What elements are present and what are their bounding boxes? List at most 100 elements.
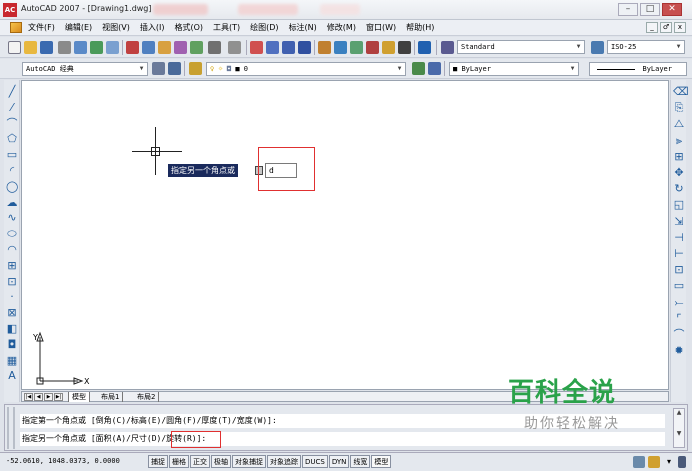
dim-style-select[interactable]: ISO-25 ▼ bbox=[607, 40, 685, 54]
chevron-down-icon[interactable]: ▼ bbox=[674, 42, 683, 52]
array-icon[interactable]: ⊞ bbox=[673, 150, 685, 163]
layer-manager-icon[interactable] bbox=[189, 62, 202, 75]
menu-item-8[interactable]: 修改(M) bbox=[327, 22, 356, 33]
help-icon[interactable] bbox=[418, 41, 431, 54]
menu-item-0[interactable]: 文件(F) bbox=[28, 22, 55, 33]
menu-item-9[interactable]: 窗口(W) bbox=[366, 22, 396, 33]
color-select[interactable]: ■ ByLayer ▼ bbox=[449, 62, 579, 76]
stretch-icon[interactable]: ⇲ bbox=[673, 215, 685, 228]
circle-icon[interactable]: ◯ bbox=[6, 180, 18, 193]
match-properties-icon[interactable] bbox=[174, 41, 187, 54]
extend-icon[interactable]: ⊢ bbox=[673, 248, 685, 260]
status-toggle-0[interactable]: 捕捉 bbox=[148, 455, 168, 468]
menu-item-3[interactable]: 插入(I) bbox=[140, 22, 165, 33]
next-tab-button[interactable]: ▶ bbox=[44, 393, 53, 401]
open-icon[interactable] bbox=[24, 41, 37, 54]
layer-lock-icon[interactable]: ◘ bbox=[227, 65, 231, 73]
status-toggle-1[interactable]: 栅格 bbox=[169, 455, 189, 468]
mdi-close-button[interactable]: x bbox=[674, 22, 686, 33]
table-icon[interactable]: ▦ bbox=[6, 354, 18, 367]
gradient-icon[interactable]: ◧ bbox=[6, 323, 18, 335]
text-style-icon[interactable] bbox=[441, 41, 454, 54]
trim-icon[interactable]: ⊣ bbox=[673, 231, 685, 244]
menu-item-7[interactable]: 标注(N) bbox=[289, 22, 317, 33]
mdi-restore-button[interactable]: ♂ bbox=[660, 22, 672, 33]
status-toggle-5[interactable]: 对象追踪 bbox=[267, 455, 301, 468]
polyline-icon[interactable]: ⌒ bbox=[6, 117, 18, 130]
break-at-point-icon[interactable]: ⊡ bbox=[673, 264, 685, 276]
region-icon[interactable]: ◘ bbox=[6, 338, 18, 351]
spline-icon[interactable]: ∿ bbox=[6, 212, 18, 224]
status-toggle-7[interactable]: DYN bbox=[328, 455, 350, 468]
plot-icon[interactable] bbox=[58, 41, 71, 54]
block-editor-icon[interactable] bbox=[190, 41, 203, 54]
design-center-icon[interactable] bbox=[334, 41, 347, 54]
layer-select[interactable]: ♀ ☼ ◘ ■ 0 ▼ bbox=[206, 62, 406, 76]
dimension-style-icon[interactable] bbox=[591, 41, 604, 54]
coordinate-readout[interactable]: -52.0610, 1048.0373, 0.0000 bbox=[6, 457, 120, 465]
tab-layout2[interactable]: 布局2 bbox=[134, 392, 160, 402]
menu-item-1[interactable]: 编辑(E) bbox=[65, 22, 92, 33]
tab-layout1[interactable]: 布局1 bbox=[98, 392, 124, 402]
menu-item-6[interactable]: 绘图(D) bbox=[250, 22, 278, 33]
rotate-icon[interactable]: ↻ bbox=[673, 183, 685, 195]
status-toggle-8[interactable]: 线宽 bbox=[350, 455, 371, 468]
3d-dwf-icon[interactable] bbox=[106, 41, 119, 54]
workspace-settings-icon[interactable] bbox=[152, 62, 165, 75]
properties-icon[interactable] bbox=[318, 41, 331, 54]
paste-icon[interactable] bbox=[158, 41, 171, 54]
point-icon[interactable]: · bbox=[6, 291, 18, 303]
linetype-select[interactable]: ByLayer bbox=[589, 62, 687, 76]
insert-block-icon[interactable]: ⊞ bbox=[6, 259, 18, 272]
command-window-grip[interactable] bbox=[7, 407, 15, 449]
menu-item-2[interactable]: 视图(V) bbox=[102, 22, 130, 33]
join-icon[interactable]: ⤚ bbox=[673, 296, 685, 309]
status-toggle-4[interactable]: 对象捕捉 bbox=[232, 455, 266, 468]
status-toggle-6[interactable]: DUCS bbox=[302, 455, 328, 468]
command-scrollbar[interactable]: ▲ ▼ bbox=[673, 408, 685, 448]
chamfer-icon[interactable]: ⌜ bbox=[673, 312, 685, 325]
layer-freeze-icon[interactable]: ☼ bbox=[218, 65, 222, 73]
zoom-window-icon[interactable] bbox=[282, 41, 295, 54]
copy-icon[interactable]: ⎘ bbox=[673, 102, 685, 114]
pan-icon[interactable] bbox=[250, 41, 263, 54]
markup-icon[interactable] bbox=[382, 41, 395, 54]
prev-tab-button[interactable]: ◀ bbox=[34, 393, 43, 401]
drawing-document-icon[interactable] bbox=[10, 22, 22, 33]
chevron-down-icon[interactable]: ▼ bbox=[568, 64, 577, 74]
clean-screen-icon[interactable] bbox=[678, 456, 686, 468]
explode-icon[interactable]: ✹ bbox=[673, 345, 685, 357]
last-tab-button[interactable]: ▶| bbox=[54, 393, 63, 401]
minimize-button[interactable]: – bbox=[618, 3, 638, 16]
close-button[interactable]: ✕ bbox=[662, 3, 682, 16]
status-toggle-9[interactable]: 模型 bbox=[371, 455, 392, 468]
status-menu-chevron-icon[interactable]: ▾ bbox=[663, 456, 675, 468]
drawing-area[interactable]: 指定另一个角点或 d Y X bbox=[21, 80, 669, 390]
tool-palettes-icon[interactable] bbox=[350, 41, 363, 54]
zoom-previous-icon[interactable] bbox=[298, 41, 311, 54]
make-block-icon[interactable]: ⊡ bbox=[6, 275, 18, 288]
chevron-down-icon[interactable]: ▼ bbox=[574, 42, 583, 52]
first-tab-button[interactable]: |◀ bbox=[24, 393, 33, 401]
construction-line-icon[interactable]: ⁄ bbox=[6, 101, 18, 114]
quickcalc-icon[interactable] bbox=[398, 41, 411, 54]
arc-icon[interactable]: ◜ bbox=[6, 165, 18, 177]
lock-toolbar-icon[interactable] bbox=[633, 456, 645, 468]
status-toggle-2[interactable]: 正交 bbox=[190, 455, 210, 468]
text-style-select[interactable]: Standard ▼ bbox=[457, 40, 585, 54]
ellipse-icon[interactable]: ⬭ bbox=[6, 228, 18, 240]
move-icon[interactable]: ✥ bbox=[673, 167, 685, 179]
communication-center-icon[interactable] bbox=[648, 456, 660, 468]
ellipse-arc-icon[interactable]: ◠ bbox=[6, 244, 18, 256]
undo-icon[interactable] bbox=[208, 41, 221, 54]
offset-icon[interactable]: ⫸ bbox=[673, 134, 685, 147]
polygon-icon[interactable]: ⬠ bbox=[6, 133, 18, 145]
menu-item-10[interactable]: 帮助(H) bbox=[406, 22, 434, 33]
mirror-icon[interactable]: ⧍ bbox=[673, 118, 685, 130]
make-object-layer-current-icon[interactable] bbox=[412, 62, 425, 75]
fillet-icon[interactable]: ⌒ bbox=[673, 329, 685, 341]
line-icon[interactable]: ╱ bbox=[6, 86, 18, 98]
erase-icon[interactable]: ⌫ bbox=[673, 86, 689, 98]
menu-item-4[interactable]: 格式(O) bbox=[174, 22, 203, 33]
autocad-app-icon[interactable]: AC bbox=[3, 3, 17, 17]
